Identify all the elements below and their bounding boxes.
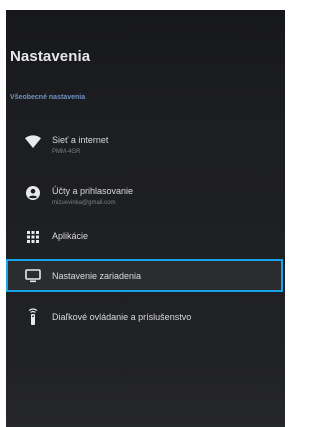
tv-icon: [24, 267, 42, 285]
panel-fade: [6, 367, 285, 427]
page-title: Nastavenia: [10, 48, 91, 65]
settings-item-apps[interactable]: Aplikácie: [6, 219, 285, 253]
settings-item-network[interactable]: Sieť a internet PMM-4GR: [6, 123, 285, 157]
settings-item-sublabel: mizuevinka@gmail.com: [52, 200, 116, 206]
apps-grid-icon: [24, 228, 42, 246]
settings-item-label: Aplikácie: [52, 231, 89, 241]
remote-icon: [24, 308, 42, 326]
settings-item-label: Diaľkové ovládanie a príslušenstvo: [52, 312, 192, 322]
settings-item-label: Nastavenie zariadenia: [52, 271, 142, 281]
settings-item-label: Sieť a internet: [52, 135, 109, 145]
settings-item-accounts[interactable]: Účty a prihlasovanie mizuevinka@gmail.co…: [6, 174, 285, 208]
settings-item-device-preferences[interactable]: Nastavenie zariadenia: [6, 259, 283, 292]
wifi-icon: [24, 133, 42, 151]
settings-item-remote-accessories[interactable]: Diaľkové ovládanie a príslušenstvo: [6, 300, 285, 334]
account-icon: [24, 184, 42, 202]
settings-item-label: Účty a prihlasovanie: [52, 186, 134, 196]
section-header-general: Všeobecné nastavenia: [10, 94, 86, 101]
settings-panel: Nastavenia Všeobecné nastavenia Sieť a i…: [6, 10, 285, 427]
settings-item-sublabel: PMM-4GR: [52, 149, 81, 155]
